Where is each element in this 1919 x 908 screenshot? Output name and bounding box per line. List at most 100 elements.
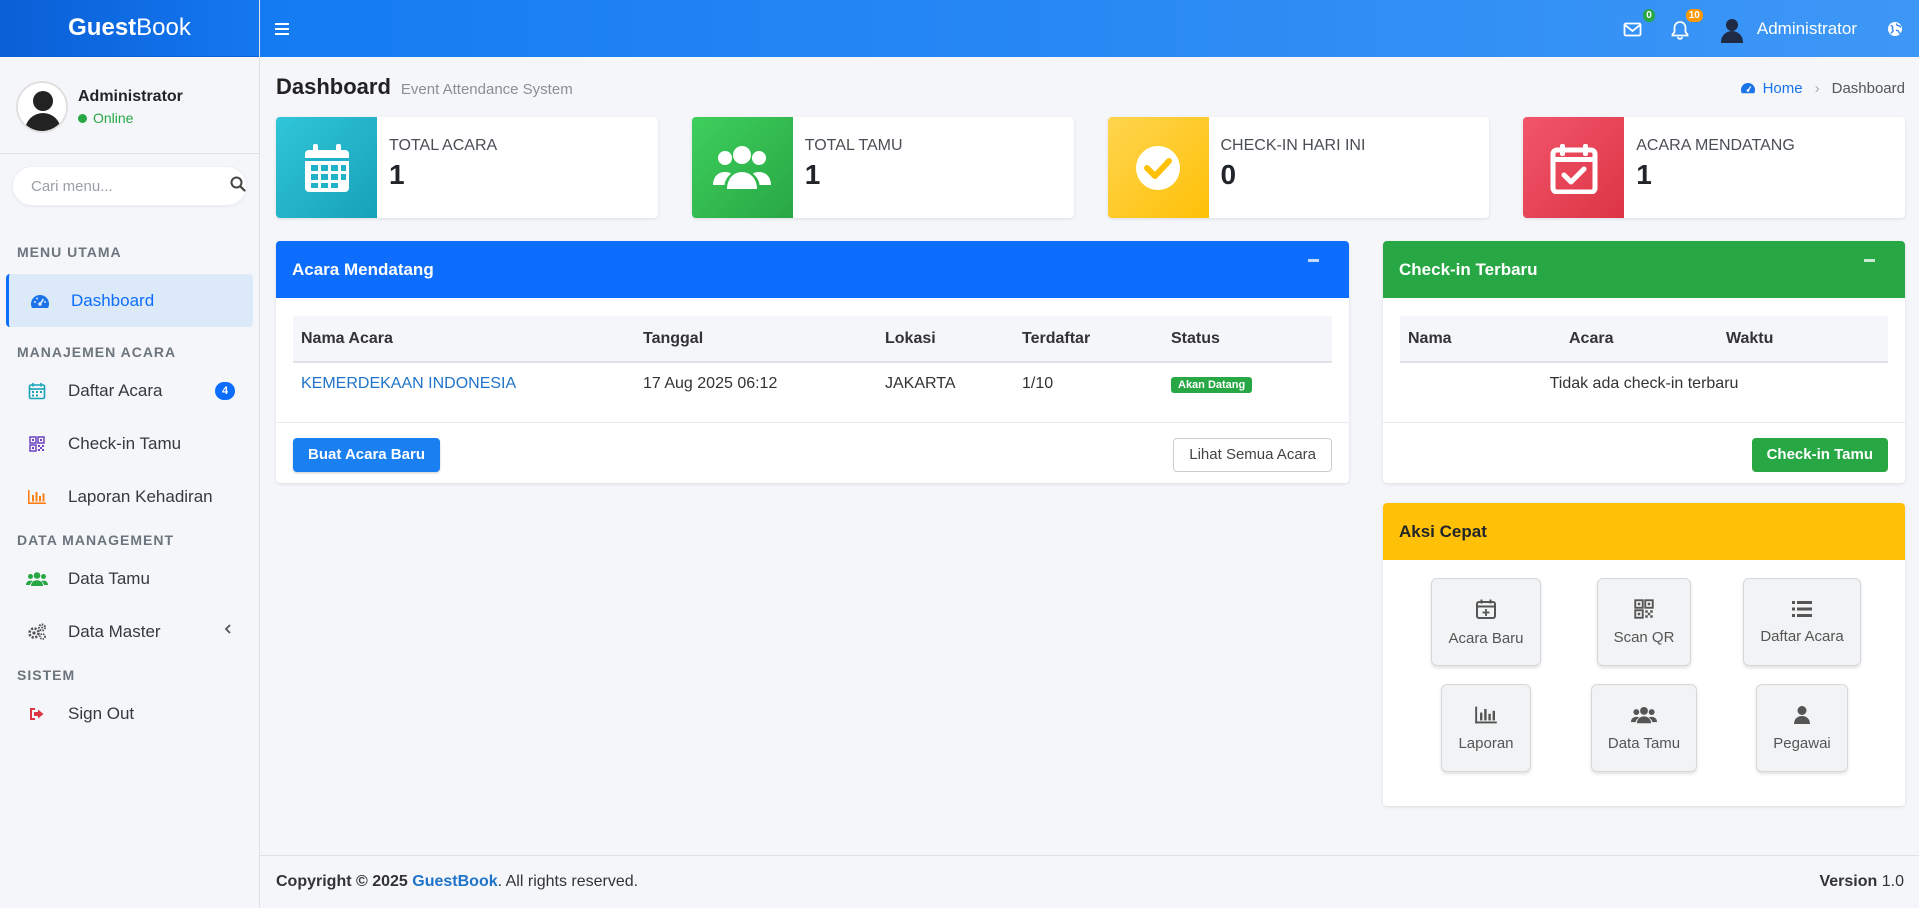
topbar-user-name: Administrator: [1756, 18, 1857, 38]
aksi-cepat-card: Aksi Cepat Acara Baru Scan QR Daftar Aca…: [1383, 503, 1905, 806]
user-name[interactable]: Administrator: [78, 88, 183, 106]
hamburger-menu-icon[interactable]: [275, 17, 299, 41]
sidebar-item-label: Check-in Tamu: [68, 433, 182, 453]
quick-action-label: Acara Baru: [1448, 629, 1524, 647]
quick-action-scan-qr[interactable]: Scan QR: [1596, 578, 1692, 666]
create-event-button[interactable]: Buat Acara Baru: [293, 437, 440, 472]
envelope-icon: [1623, 22, 1643, 42]
column-header: Lokasi: [877, 316, 1014, 363]
table-header-row: Nama Acara Tanggal Lokasi Terdaftar Stat…: [293, 316, 1332, 363]
card-header: Acara Mendatang: [276, 241, 1349, 298]
info-label: ACARA MENDATANG: [1636, 137, 1795, 154]
info-box-checkin-hari-ini: CHECK-IN HARI INI 0: [1107, 117, 1490, 218]
checkin-terbaru-card: Check-in Terbaru Nama Acara Waktu Tidak …: [1383, 241, 1905, 483]
event-link[interactable]: KEMERDEKAAN INDONESIA: [301, 375, 516, 392]
quick-action-daftar-acara[interactable]: Daftar Acara: [1743, 578, 1861, 666]
info-box-acara-mendatang: ACARA MENDATANG 1: [1523, 117, 1905, 218]
info-box-total-tamu: TOTAL TAMU 1: [691, 117, 1074, 218]
quick-action-label: Pegawai: [1773, 734, 1831, 752]
nav-header-data-management: DATA MANAGEMENT: [17, 532, 175, 548]
brand-bold: Guest: [68, 14, 137, 41]
check-circle-icon: [1107, 117, 1209, 218]
collapse-minus-icon[interactable]: [1308, 259, 1319, 262]
brand-logo[interactable]: Guest Book: [0, 0, 259, 57]
avatar[interactable]: [16, 81, 68, 133]
quick-action-label: Laporan: [1458, 734, 1514, 752]
footer: Copyright © 2025 GuestBook. All rights r…: [260, 855, 1919, 908]
users-icon: [1630, 705, 1657, 729]
checkin-guest-button[interactable]: Check-in Tamu: [1751, 437, 1888, 472]
mail-count-badge: 0: [1643, 8, 1655, 22]
sidebar-item-data-tamu[interactable]: Data Tamu: [0, 552, 259, 605]
sidebar-item-label: Sign Out: [68, 703, 135, 723]
view-all-events-button[interactable]: Lihat Semua Acara: [1173, 437, 1332, 472]
quick-action-pegawai[interactable]: Pegawai: [1756, 684, 1848, 772]
card-footer: Buat Acara Baru Lihat Semua Acara: [276, 422, 1349, 483]
sidebar-item-label: Data Tamu: [68, 568, 150, 588]
user-status-label: Online: [93, 110, 134, 126]
info-label: TOTAL ACARA: [389, 137, 498, 154]
search-input[interactable]: [31, 177, 230, 195]
user-panel: Administrator Online: [0, 57, 259, 154]
sidebar-item-sign-out[interactable]: Sign Out: [0, 687, 259, 740]
empty-message: Tidak ada check-in terbaru: [1549, 374, 1739, 392]
quick-action-laporan[interactable]: Laporan: [1441, 684, 1531, 772]
nav-header-manajemen-acara: MANAJEMEN ACARA: [17, 344, 177, 360]
bell-icon: [1671, 20, 1689, 44]
sidebar-item-label: Laporan Kehadiran: [68, 486, 213, 506]
sidebar-item-label: Daftar Acara: [68, 380, 163, 400]
checkin-table: Nama Acara Waktu Tidak ada check-in terb…: [1400, 316, 1888, 404]
footer-brand-link[interactable]: GuestBook: [412, 873, 497, 891]
sidebar-item-label: Dashboard: [71, 290, 155, 310]
footer-rights: . All rights reserved.: [497, 873, 639, 890]
copyright-text: Copyright © 2025: [276, 873, 408, 890]
breadcrumb-home[interactable]: Home: [1740, 80, 1803, 97]
acara-mendatang-card: Acara Mendatang Nama Acara Tanggal Lokas…: [276, 241, 1349, 483]
quick-action-label: Daftar Acara: [1760, 627, 1844, 645]
info-box-total-acara: TOTAL ACARA 1: [276, 117, 658, 218]
user-icon: [1793, 705, 1811, 729]
info-value: 1: [1636, 159, 1652, 190]
mail-notification[interactable]: 0: [1623, 8, 1655, 42]
sidebar-item-dashboard[interactable]: Dashboard: [6, 274, 253, 327]
acara-table: Nama Acara Tanggal Lokasi Terdaftar Stat…: [293, 316, 1332, 404]
bell-notification[interactable]: 10: [1671, 8, 1703, 44]
list-icon: [1791, 600, 1813, 622]
cogs-icon: [26, 623, 48, 641]
globe-icon[interactable]: [1887, 21, 1903, 37]
card-header: Check-in Terbaru: [1383, 241, 1905, 298]
calendar-plus-icon: [1475, 598, 1497, 624]
user-menu[interactable]: Administrator: [1719, 16, 1857, 43]
quick-action-acara-baru[interactable]: Acara Baru: [1431, 578, 1541, 666]
content-row: Acara Mendatang Nama Acara Tanggal Lokas…: [276, 241, 1905, 806]
sidebar-search: [12, 166, 247, 206]
collapse-minus-icon[interactable]: [1864, 259, 1875, 262]
calendar-icon: [26, 382, 48, 400]
breadcrumb: Home › Dashboard: [1740, 80, 1905, 97]
column-header: Terdaftar: [1014, 316, 1163, 363]
quick-action-data-tamu[interactable]: Data Tamu: [1590, 684, 1698, 772]
table-row: Tidak ada check-in terbaru: [1400, 362, 1888, 404]
table-row: KEMERDEKAAN INDONESIA 17 Aug 2025 06:12 …: [293, 362, 1332, 404]
sidebar-item-data-master[interactable]: Data Master: [0, 605, 259, 658]
table-cell: 1/10: [1022, 374, 1054, 392]
sidebar-item-laporan-kehadiran[interactable]: Laporan Kehadiran: [0, 470, 259, 523]
card-footer: Check-in Tamu: [1383, 422, 1905, 483]
page-header: Dashboard Event Attendance System Home ›…: [276, 57, 1905, 117]
card-title: Aksi Cepat: [1399, 521, 1487, 541]
card-title: Check-in Terbaru: [1399, 259, 1538, 279]
users-icon: [691, 117, 793, 218]
card-header: Aksi Cepat: [1383, 503, 1905, 560]
sidebar-item-checkin-tamu[interactable]: Check-in Tamu: [0, 417, 259, 470]
user-status: Online: [78, 110, 183, 126]
tachometer-icon: [1740, 82, 1756, 95]
dashboard-icon: [29, 293, 51, 309]
bar-chart-icon: [26, 489, 48, 505]
search-icon[interactable]: [230, 176, 246, 197]
breadcrumb-home-label: Home: [1762, 80, 1803, 97]
card-title: Acara Mendatang: [292, 259, 434, 279]
sign-out-icon: [26, 706, 48, 722]
info-label: CHECK-IN HARI INI: [1220, 137, 1366, 154]
sidebar-item-daftar-acara[interactable]: Daftar Acara 4: [0, 364, 259, 417]
column-header: Nama: [1400, 316, 1561, 363]
